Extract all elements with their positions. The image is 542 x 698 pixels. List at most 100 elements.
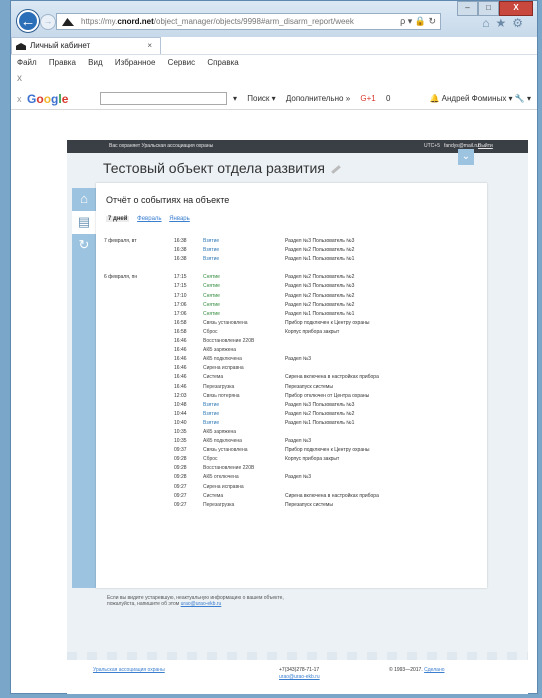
google-toolbar-close-icon[interactable]: x [17, 89, 22, 109]
forward-button[interactable]: → [40, 14, 56, 30]
table-row: 10:35 АКБ подключена Раздел №3 [96, 437, 487, 446]
row-event: Сброс [203, 328, 218, 335]
row-event: АКБ отключена [203, 474, 239, 481]
sidebar: ⌂ ▤ ↻ [72, 188, 96, 588]
row-event: Сирена исправна [203, 365, 244, 372]
row-time: 16:46 [174, 383, 187, 390]
tab-february[interactable]: Февраль [137, 216, 161, 222]
site-footer: Уральская ассоциация охраны +7(343)278-7… [67, 660, 528, 694]
back-button[interactable]: ← [17, 10, 39, 32]
google-search-button[interactable]: Поиск ▾ [247, 94, 275, 103]
toolbar-icons[interactable]: ⌂★⚙ [482, 16, 529, 30]
title-bar: ← → https://my.cnord.net/object_manager/… [11, 1, 537, 37]
row-detail: Раздел №3 [285, 474, 312, 481]
table-row: 16:38 Взятие Раздел №2 Пользователь №2 [96, 246, 487, 255]
row-time: 09:28 [174, 456, 187, 463]
note-line-2: пожалуйста, напишите об этом urao@urao-e… [107, 601, 284, 607]
menu-tools[interactable]: Сервис [168, 58, 195, 67]
table-row: 12:03 Связь потеряна Прибор отключен от Це… [96, 392, 487, 401]
row-time: 09:28 [174, 465, 187, 472]
row-detail: Прибор подключен к Центру охраны [285, 319, 370, 326]
google-search-input[interactable] [100, 92, 227, 105]
tab-january[interactable]: Январь [169, 216, 190, 222]
google-plus-one-button[interactable]: G+1 [360, 94, 375, 103]
row-event: Снятие [203, 283, 220, 290]
row-event: Взятие [203, 419, 220, 426]
sidebar-report-icon[interactable]: ▤ [72, 211, 96, 234]
table-row: 17:10 Снятие Раздел №2 Пользователь №2 [96, 292, 487, 301]
row-detail: Раздел №3 Пользователь №3 [285, 283, 355, 290]
row-time: 10:48 [174, 401, 187, 408]
google-search-dropdown-icon[interactable]: ▾ [233, 94, 237, 103]
row-event: Связь установлена [203, 447, 248, 454]
row-detail: Перезапуск системы [285, 383, 333, 390]
row-time: 16:46 [174, 347, 187, 354]
table-row: 16:46 АКБ заряжена [96, 346, 487, 355]
tab-close-icon[interactable]: × [147, 38, 152, 54]
sidebar-refresh-icon[interactable]: ↻ [72, 234, 96, 257]
row-time: 09:27 [174, 492, 187, 499]
row-time: 09:37 [174, 447, 187, 454]
row-time: 17:10 [174, 292, 187, 299]
menu-view[interactable]: Вид [88, 58, 102, 67]
row-event: АКБ подключена [203, 356, 242, 363]
table-row: 16:38 Взятие Раздел №1 Пользователь №1 [96, 255, 487, 264]
wrench-icon[interactable]: 🔧 ▾ [515, 94, 531, 103]
footer-email-link[interactable]: urao@urao-ekb.ru [279, 674, 320, 680]
row-time: 10:40 [174, 419, 187, 426]
footer-copyright-text: © 1993—2017. [389, 667, 423, 673]
row-time: 16:38 [174, 247, 187, 254]
report-title: Отчёт о событиях на объекте [106, 195, 230, 205]
row-detail: Раздел №2 Пользователь №2 [285, 247, 355, 254]
address-tools[interactable]: ρ ▾ 🔒 ↻ [400, 14, 436, 29]
footer-made-by-link[interactable]: Сделано [424, 667, 444, 673]
sidebar-home-icon[interactable]: ⌂ [72, 188, 96, 211]
google-user-menu[interactable]: Андрей Фоминых ▾ [442, 94, 513, 103]
row-detail: Раздел №1 Пользователь №1 [285, 310, 355, 317]
addon-close-icon[interactable]: x [17, 73, 22, 84]
row-detail: Раздел №1 Пользователь №1 [285, 419, 355, 426]
menu-file[interactable]: Файл [17, 58, 37, 67]
row-event: Взятие [203, 410, 220, 417]
row-event: Перезагрузка [203, 501, 235, 508]
minimize-button[interactable]: – [457, 1, 478, 16]
table-row: 09:28 АКБ отключена Раздел №3 [96, 473, 487, 482]
table-row: 17:06 Снятие Раздел №2 Пользователь №2 [96, 301, 487, 310]
menu-edit[interactable]: Правка [49, 58, 76, 67]
menu-favorites[interactable]: Избранное [115, 58, 156, 67]
table-row: 10:40 Взятие Раздел №1 Пользователь №1 [96, 419, 487, 428]
home-icon [16, 43, 26, 50]
tab-7-days[interactable]: 7 дней [106, 216, 130, 222]
menu-help[interactable]: Справка [207, 58, 238, 67]
table-row: 09:28 Сброс Корпус прибора закрыт [96, 455, 487, 464]
google-more-button[interactable]: Дополнительно » [286, 94, 350, 103]
row-event: Восстановление 220В [203, 338, 255, 345]
pencil-icon[interactable] [331, 164, 341, 174]
maximize-button[interactable]: □ [478, 1, 499, 16]
footer-copyright: © 1993—2017. Сделано [389, 667, 445, 673]
address-prefix: https://my. [81, 17, 118, 26]
table-row: 16:46 Сирена исправна [96, 364, 487, 373]
address-host: cnord.net [117, 17, 154, 26]
row-event: Снятие [203, 301, 220, 308]
page-title: Тестовый объект отдела развития [103, 160, 341, 176]
google-logo: Google [27, 92, 69, 106]
footer-org-link[interactable]: Уральская ассоциация охраны [93, 667, 165, 673]
table-row: 17:06 Снятие Раздел №1 Пользователь №1 [96, 310, 487, 319]
bell-icon[interactable]: 🔔 [429, 94, 439, 103]
row-event: Взятие [203, 401, 220, 408]
address-path: /object_manager/objects/9998#arm_disarm_… [153, 17, 354, 26]
row-time: 17:15 [174, 274, 187, 281]
row-event: Связь установлена [203, 319, 248, 326]
note-email-link[interactable]: urao@urao-ekb.ru [181, 601, 222, 607]
chevron-down-icon[interactable]: ⌄ [458, 149, 474, 165]
row-detail: Раздел №3 [285, 438, 312, 445]
row-time: 16:58 [174, 328, 187, 335]
browser-tab[interactable]: Личный кабинет × [11, 37, 161, 54]
address-bar[interactable]: https://my.cnord.net/object_manager/obje… [56, 13, 441, 30]
row-event: Снятие [203, 310, 220, 317]
row-detail: Корпус прибора закрыт [285, 328, 340, 335]
close-window-button[interactable]: X [499, 1, 533, 16]
table-row: 16:46 Система Сирена включена в настройках… [96, 373, 487, 382]
google-toolbar-items: ▾ Поиск ▾ Дополнительно » G+1 0 [233, 89, 398, 109]
